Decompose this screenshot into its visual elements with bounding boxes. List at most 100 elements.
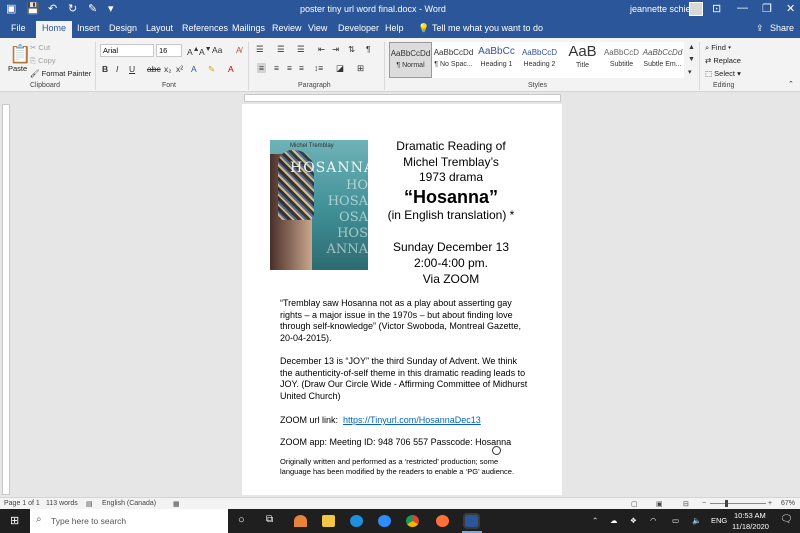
tell-me-box[interactable]: Tell me what you want to do [432, 23, 543, 33]
notifications-icon[interactable]: 🗨 [780, 514, 793, 525]
text-effects-icon[interactable]: A [191, 64, 197, 74]
zoom-slider-thumb[interactable] [725, 500, 728, 507]
tab-home[interactable]: Home [36, 21, 73, 38]
minimize-icon[interactable]: — [737, 2, 748, 14]
chrome-icon[interactable] [406, 515, 419, 527]
cortana-icon[interactable]: ○ [238, 514, 245, 526]
focus-mode-icon[interactable]: ▢ [631, 500, 638, 508]
bullets-icon[interactable]: ☰ [256, 44, 264, 55]
shrink-font-icon[interactable]: A▼ [199, 45, 212, 57]
task-view-icon[interactable]: ⧉ [266, 514, 273, 525]
word-taskbar-icon[interactable] [463, 513, 480, 529]
grow-font-icon[interactable]: A▲ [187, 45, 200, 57]
change-case-button[interactable]: Aa [212, 45, 222, 55]
zoom-out-icon[interactable]: − [702, 500, 706, 507]
document-page[interactable]: Michel Tremblay HOSANNA HO HOSA OSA HOS … [242, 104, 562, 495]
zoom-slider[interactable] [710, 503, 766, 504]
horizontal-ruler[interactable] [0, 92, 800, 104]
align-right-icon[interactable]: ≡ [287, 63, 292, 73]
font-size-box[interactable]: 16 [156, 44, 182, 57]
network-icon[interactable]: ☁ [610, 516, 618, 525]
proofing-icon[interactable]: ▤ [86, 500, 93, 508]
style-subtle-emphasis[interactable]: AaBbCcDd Subtle Em... [641, 42, 684, 78]
input-language[interactable]: ENG [711, 516, 727, 525]
start-icon[interactable]: ⊞ [10, 514, 19, 527]
save-icon[interactable]: 💾 [26, 2, 40, 15]
collapse-ribbon-icon[interactable]: ⌃ [788, 80, 794, 88]
decrease-indent-icon[interactable]: ⇤ [318, 44, 325, 55]
copy-button[interactable]: ⎘ Copy [30, 56, 56, 66]
tab-help[interactable]: Help [385, 23, 404, 33]
style-heading-2[interactable]: AaBbCcD Heading 2 [518, 42, 561, 78]
macro-icon[interactable]: ▦ [173, 500, 180, 508]
multilevel-list-icon[interactable]: ☰ [297, 44, 305, 55]
clock-time[interactable]: 10:53 AM [734, 511, 766, 520]
borders-icon[interactable]: ⊞ [357, 63, 364, 74]
share-button[interactable]: Share [770, 23, 794, 33]
taskbar-search[interactable]: ⌕ Type here to search [30, 509, 228, 533]
tab-design[interactable]: Design [109, 23, 137, 33]
increase-indent-icon[interactable]: ⇥ [332, 44, 339, 55]
tab-references[interactable]: References [182, 23, 228, 33]
maximize-icon[interactable]: ❐ [762, 2, 772, 15]
page-count[interactable]: Page 1 of 1 [4, 500, 40, 507]
font-color-icon[interactable]: A [228, 64, 234, 74]
find-button[interactable]: ⌕ Find ▾ [705, 43, 731, 53]
format-painter-button[interactable]: 🖌 Format Painter [30, 69, 91, 78]
zoom-url-link[interactable]: https://Tinyurl.com/HosannaDec13 [343, 415, 481, 425]
vertical-ruler[interactable] [0, 104, 12, 495]
hidden-icons-icon[interactable]: ⌃ [592, 516, 598, 525]
file-explorer-icon[interactable] [322, 515, 335, 527]
underline-icon[interactable]: U [129, 64, 135, 74]
ribbon-display-icon[interactable]: ⊡ [712, 2, 721, 15]
styles-more-icon[interactable]: ▾ [688, 68, 692, 76]
subscript-icon[interactable]: x₂ [164, 64, 172, 74]
word-count[interactable]: 113 words [46, 500, 78, 507]
language-status[interactable]: English (Canada) [102, 500, 156, 507]
font-name-box[interactable]: Arial [100, 44, 154, 57]
superscript-icon[interactable]: x² [176, 64, 183, 74]
web-layout-icon[interactable]: ⊟ [683, 500, 689, 508]
cut-button[interactable]: ✂ Cut [30, 43, 50, 52]
autosave-icon[interactable]: ▣ [6, 2, 16, 15]
poster-image[interactable]: Michel Tremblay HOSANNA HO HOSA OSA HOS … [270, 140, 368, 270]
highlight-icon[interactable]: ✎ [208, 64, 215, 75]
line-spacing-icon[interactable]: ↕≡ [314, 63, 323, 73]
paste-button[interactable]: Paste [8, 64, 27, 73]
align-left-icon[interactable]: ≡ [257, 63, 266, 73]
mail-icon[interactable] [294, 515, 307, 527]
sort-icon[interactable]: ⇅ [348, 44, 355, 55]
zoom-in-icon[interactable]: + [768, 500, 772, 507]
customize-toolbar-icon[interactable]: ▾ [108, 2, 114, 15]
shading-icon[interactable]: ◪ [336, 63, 344, 74]
styles-scroll-up-icon[interactable]: ▲ [688, 44, 695, 51]
replace-button[interactable]: ⇄ Replace [705, 56, 741, 65]
avatar[interactable] [689, 2, 703, 16]
tab-developer[interactable]: Developer [338, 23, 379, 33]
close-icon[interactable]: ✕ [786, 2, 795, 15]
bold-icon[interactable]: B [102, 64, 108, 74]
edge-icon[interactable] [350, 515, 363, 527]
show-marks-icon[interactable]: ¶ [366, 44, 371, 54]
monitor-icon[interactable]: ▭ [672, 516, 679, 525]
dropbox-icon[interactable]: ❖ [630, 516, 637, 525]
align-center-icon[interactable]: ≡ [274, 63, 279, 73]
italic-icon[interactable]: I [116, 64, 118, 74]
redo-icon[interactable]: ↻ [68, 2, 77, 15]
numbering-icon[interactable]: ☰ [277, 44, 285, 55]
styles-scroll-down-icon[interactable]: ▼ [688, 56, 695, 63]
wifi-icon[interactable]: ◠ [650, 516, 657, 525]
select-button[interactable]: ⬚ Select ▾ [705, 69, 741, 78]
tab-file[interactable]: File [11, 23, 26, 33]
volume-icon[interactable]: 🔈 [692, 516, 701, 525]
style-title[interactable]: AaB Title [561, 42, 604, 78]
style-normal[interactable]: AaBbCcDd ¶ Normal [389, 42, 432, 78]
firefox-icon[interactable] [436, 515, 449, 527]
undo-icon[interactable]: ↶ [48, 2, 57, 15]
tab-insert[interactable]: Insert [77, 23, 100, 33]
tab-view[interactable]: View [308, 23, 327, 33]
print-layout-icon[interactable]: ▣ [656, 500, 663, 508]
share-icon[interactable]: ⇪ [756, 23, 764, 34]
quick-access-icon[interactable]: ✎ [88, 2, 97, 15]
justify-icon[interactable]: ≡ [299, 63, 304, 73]
